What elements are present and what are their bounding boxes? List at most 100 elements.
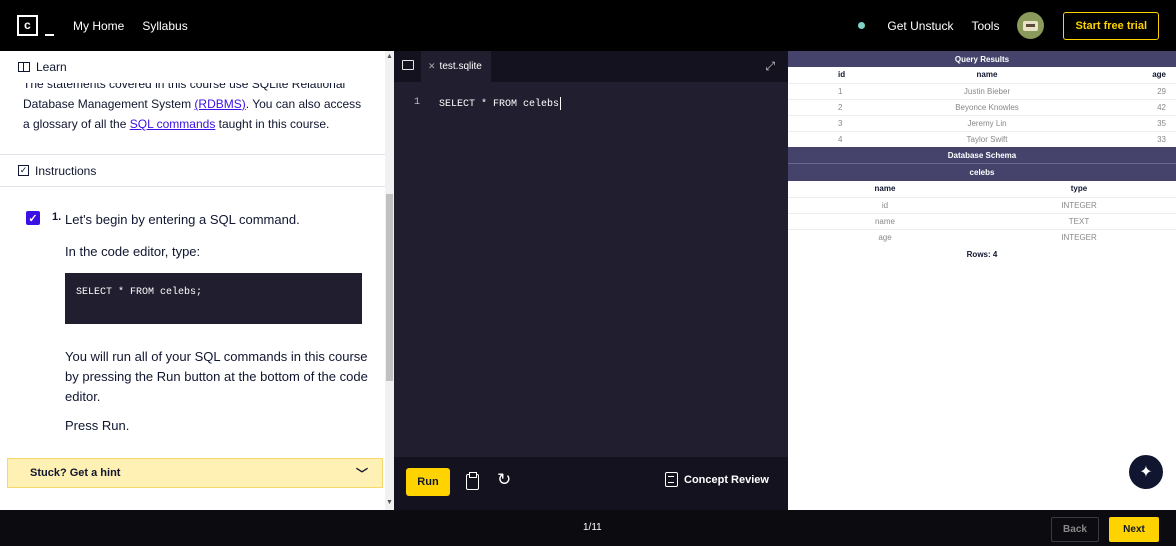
hint-toggle[interactable]: Stuck? Get a hint ﹀ bbox=[7, 458, 383, 488]
step-complete-checkbox[interactable]: ✓ bbox=[26, 211, 40, 225]
table-cell: id bbox=[788, 196, 982, 213]
scroll-up-icon[interactable]: ▲ bbox=[386, 53, 393, 60]
learn-header[interactable]: Learn bbox=[0, 51, 385, 83]
rdbms-link[interactable]: (RDBMS) bbox=[194, 97, 245, 111]
code-text: SELECT * FROM celebs bbox=[439, 99, 560, 111]
database-schema-title: Database Schema bbox=[788, 147, 1176, 163]
instructions-panel: The statements covered in this course us… bbox=[0, 51, 394, 510]
next-button[interactable]: Next bbox=[1109, 517, 1159, 542]
close-icon[interactable]: ✕ bbox=[428, 61, 436, 72]
step-number: 1. bbox=[52, 211, 62, 223]
table-cell: INTEGER bbox=[982, 196, 1176, 213]
table-cell: age bbox=[788, 228, 982, 245]
instructions-scrollbar[interactable]: ▲ ▼ bbox=[385, 51, 394, 510]
query-results-table: id name age 1 Justin Bieber 29 2 Beyonce… bbox=[788, 67, 1176, 147]
sql-commands-link[interactable]: SQL commands bbox=[130, 117, 216, 131]
run-instructions-text: You will run all of your SQL commands in… bbox=[65, 349, 368, 404]
start-free-trial-button[interactable]: Start free trial bbox=[1063, 11, 1159, 40]
instructions-title: Instructions bbox=[35, 163, 97, 178]
nav-syllabus[interactable]: Syllabus bbox=[142, 19, 187, 33]
editor-tab-bar: ✕ test.sqlite ⤢ bbox=[394, 51, 788, 82]
nav-tools[interactable]: Tools bbox=[971, 19, 999, 33]
status-dot-icon bbox=[858, 22, 866, 29]
table-cell: 42 bbox=[1076, 98, 1176, 115]
table-cell: 2 bbox=[788, 98, 898, 115]
schema-table: name type id INTEGER name TEXT age INTEG… bbox=[788, 181, 1176, 245]
scroll-thumb[interactable] bbox=[386, 194, 393, 381]
instruction-code: SELECT * FROM celebs; bbox=[76, 287, 203, 298]
table-cell: INTEGER bbox=[982, 228, 1176, 245]
query-results-title: Query Results bbox=[788, 51, 1176, 67]
file-tab-label: test.sqlite bbox=[439, 61, 482, 72]
concept-review-button[interactable]: Concept Review bbox=[665, 472, 769, 487]
progress-indicator: 1/11 bbox=[583, 522, 602, 533]
file-tab[interactable]: ✕ test.sqlite bbox=[421, 51, 491, 82]
table-row: 2 Beyonce Knowles 42 bbox=[788, 98, 1176, 115]
table-row: 4 Taylor Swift 33 bbox=[788, 130, 1176, 147]
press-run-text: Press Run. bbox=[65, 418, 130, 433]
instructions-header[interactable]: ✓ Instructions bbox=[0, 154, 385, 187]
table-cell: Taylor Swift bbox=[898, 130, 1076, 147]
scroll-down-icon[interactable]: ▼ bbox=[386, 499, 393, 506]
text-cursor bbox=[560, 97, 562, 110]
table-cell: 4 bbox=[788, 130, 898, 147]
rows-count: Rows: 4 bbox=[966, 250, 998, 259]
table-cell: name bbox=[788, 212, 982, 229]
schema-table-name: celebs bbox=[788, 163, 1176, 181]
table-cell: 3 bbox=[788, 114, 898, 131]
code-editor: ✕ test.sqlite ⤢ 1 SELECT * FROM celebs R… bbox=[394, 51, 788, 510]
top-nav: c My Home Syllabus Get Unstuck Tools Sta… bbox=[0, 0, 1176, 51]
learn-text: The statements covered in this course us… bbox=[23, 74, 368, 134]
code-input-line[interactable]: SELECT * FROM celebs bbox=[439, 97, 562, 111]
table-cell: 29 bbox=[1076, 82, 1176, 99]
table-cell: 1 bbox=[788, 82, 898, 99]
editor-footer: Run ↻ Concept Review bbox=[394, 457, 788, 510]
expand-icon[interactable]: ⤢ bbox=[765, 59, 775, 74]
table-row: id INTEGER bbox=[788, 196, 1176, 213]
instruction-code-block: SELECT * FROM celebs; bbox=[65, 273, 362, 324]
editor-type-text: In the code editor, type: bbox=[65, 244, 201, 259]
bottom-bar: 1/11 Back Next bbox=[0, 510, 1176, 546]
column-header: age bbox=[1152, 70, 1166, 80]
column-header: name bbox=[976, 70, 998, 80]
clipboard-icon[interactable] bbox=[466, 472, 479, 490]
logo-letter: c bbox=[23, 18, 32, 33]
table-row: name TEXT bbox=[788, 212, 1176, 229]
nav-my-home[interactable]: My Home bbox=[73, 19, 124, 33]
nav-right-group: Get Unstuck Tools Start free trial bbox=[858, 0, 1176, 51]
column-header: name bbox=[874, 184, 896, 194]
table-row: 3 Jeremy Lin 35 bbox=[788, 114, 1176, 131]
table-row: 1 Justin Bieber 29 bbox=[788, 82, 1176, 99]
hint-label: Stuck? Get a hint bbox=[30, 467, 121, 479]
line-number: 1 bbox=[414, 97, 421, 108]
folder-icon[interactable] bbox=[402, 60, 414, 70]
reset-icon[interactable]: ↻ bbox=[497, 470, 511, 490]
learn-text-part: taught in this course. bbox=[215, 117, 330, 131]
step-text: Let's begin by entering a SQL command. bbox=[65, 212, 300, 227]
column-header: id bbox=[838, 70, 846, 80]
sparkle-icon[interactable]: ✦ bbox=[1129, 455, 1163, 489]
table-cell: TEXT bbox=[982, 212, 1176, 229]
nav-get-unstuck[interactable]: Get Unstuck bbox=[887, 19, 953, 33]
table-cell: 33 bbox=[1076, 130, 1176, 147]
concept-review-label: Concept Review bbox=[684, 473, 769, 486]
book-icon bbox=[18, 62, 30, 72]
avatar[interactable] bbox=[1017, 12, 1045, 39]
run-button[interactable]: Run bbox=[406, 468, 450, 496]
learn-title: Learn bbox=[36, 60, 67, 74]
logo-underscore bbox=[45, 34, 54, 36]
codecademy-logo[interactable]: c bbox=[17, 15, 54, 36]
table-cell: Beyonce Knowles bbox=[898, 98, 1076, 115]
column-header: type bbox=[1070, 184, 1088, 194]
back-button[interactable]: Back bbox=[1051, 517, 1099, 542]
instructions-content[interactable]: The statements covered in this course us… bbox=[0, 51, 385, 510]
document-icon bbox=[665, 472, 678, 487]
checkbox-icon: ✓ bbox=[18, 165, 29, 176]
table-row: age INTEGER bbox=[788, 228, 1176, 245]
table-header-row: name type bbox=[788, 181, 1176, 197]
results-panel: Query Results id name age 1 Justin Biebe… bbox=[788, 51, 1176, 510]
table-cell: Justin Bieber bbox=[898, 82, 1076, 99]
table-header-row: id name age bbox=[788, 67, 1176, 83]
chevron-down-icon: ﹀ bbox=[355, 467, 368, 481]
table-cell: Jeremy Lin bbox=[898, 114, 1076, 131]
